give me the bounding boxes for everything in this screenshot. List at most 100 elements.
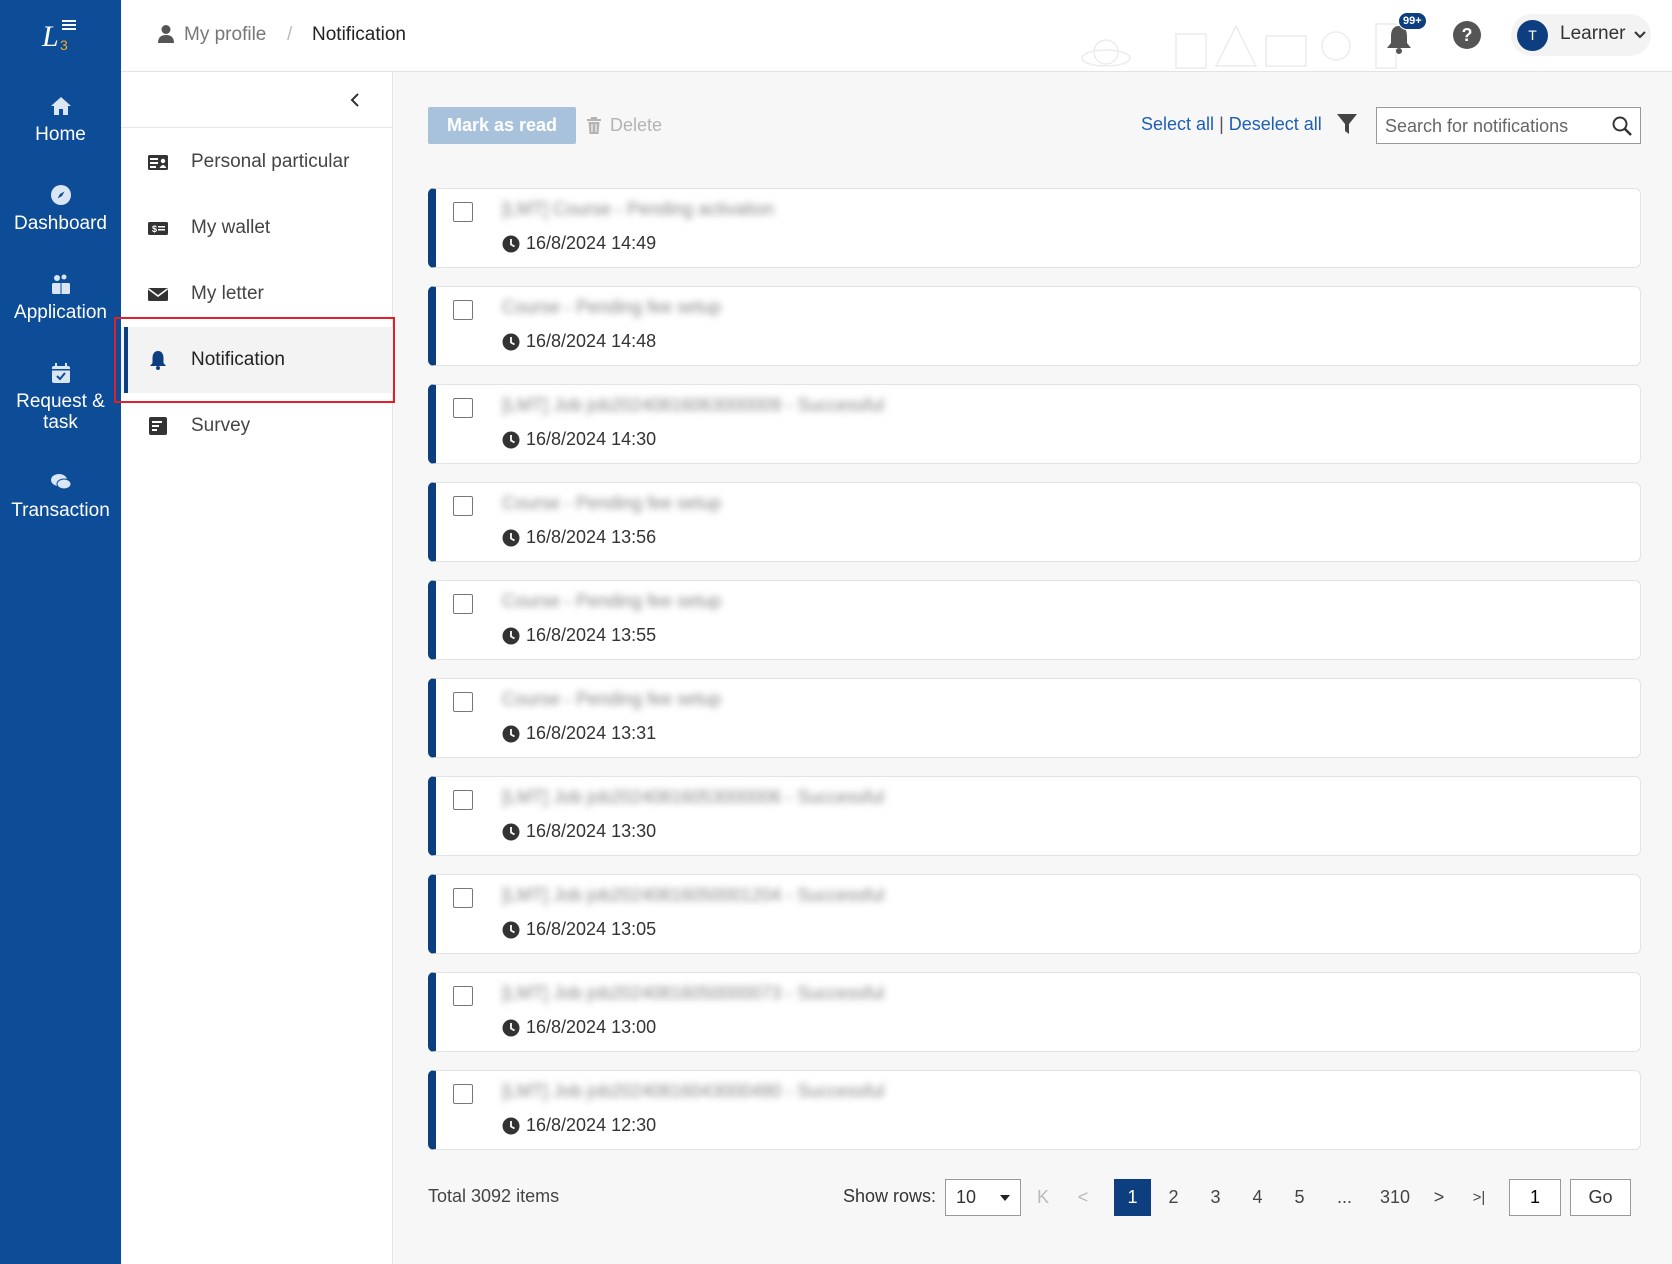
notification-checkbox[interactable] [453, 888, 473, 908]
submenu-item-survey[interactable]: Survey [121, 393, 393, 459]
notification-title: Course - Pending fee setup [502, 297, 722, 317]
search-icon[interactable] [1612, 116, 1632, 136]
notification-time-text: 16/8/2024 13:05 [526, 919, 657, 939]
first-page-button[interactable]: K [1031, 1179, 1055, 1216]
prev-page-button[interactable]: < [1071, 1179, 1095, 1216]
user-menu[interactable]: T Learner [1511, 14, 1651, 56]
deselect-all-link[interactable]: Deselect all [1229, 114, 1322, 134]
bell-icon [150, 351, 166, 370]
notification-card[interactable]: Course - Pending fee setup 16/8/2024 13:3… [428, 678, 1641, 758]
user-icon [158, 25, 174, 43]
notification-card[interactable]: Course - Pending fee setup 16/8/2024 13:5… [428, 482, 1641, 562]
nav-transaction[interactable]: Transaction [0, 470, 121, 521]
notifications-main: Mark as read Delete Select all | Deselec… [393, 72, 1672, 1264]
collapse-chevron-icon[interactable] [349, 92, 361, 108]
clock-icon [502, 921, 520, 938]
compass-icon [50, 185, 71, 205]
notification-checkbox[interactable] [453, 1084, 473, 1104]
nav-dashboard-label: Dashboard [14, 213, 107, 234]
nav-application[interactable]: Application [0, 272, 121, 323]
search-input[interactable] [1385, 114, 1605, 138]
active-indicator [124, 327, 128, 393]
search-box [1376, 107, 1641, 144]
filter-icon[interactable] [1336, 112, 1358, 136]
nav-request-task[interactable]: Request & task [0, 361, 121, 433]
notification-title: [LMT] Job job20240816043000480 - Success… [502, 1081, 885, 1101]
notification-card[interactable]: [LMT] Job job20240816043000480 - Success… [428, 1070, 1641, 1150]
page-5[interactable]: 5 [1281, 1179, 1318, 1216]
collapse-row [121, 72, 393, 128]
notification-checkbox[interactable] [453, 986, 473, 1006]
breadcrumb-my-profile[interactable]: My profile [184, 22, 266, 48]
notification-time-text: 16/8/2024 14:30 [526, 429, 657, 449]
page-last-number[interactable]: 310 [1372, 1179, 1418, 1216]
notification-checkbox[interactable] [453, 300, 473, 320]
notification-checkbox[interactable] [453, 790, 473, 810]
goto-page-input[interactable] [1509, 1179, 1561, 1216]
show-rows-label: Show rows: [843, 1186, 937, 1206]
avatar: T [1517, 20, 1548, 51]
rows-per-page-select[interactable]: 10 [945, 1179, 1021, 1216]
select-all-link[interactable]: Select all [1141, 114, 1214, 134]
envelope-icon [148, 288, 168, 301]
page-1[interactable]: 1 [1114, 1179, 1151, 1216]
notification-time-text: 16/8/2024 13:56 [526, 527, 657, 547]
go-button[interactable]: Go [1570, 1179, 1631, 1216]
notification-time-text: 16/8/2024 14:49 [526, 233, 657, 253]
notification-checkbox[interactable] [453, 692, 473, 712]
page-4[interactable]: 4 [1239, 1179, 1276, 1216]
notification-card[interactable]: Course - Pending fee setup 16/8/2024 13:5… [428, 580, 1641, 660]
notification-card[interactable]: [LMT] Course - Pending activation 16/8/20… [428, 188, 1641, 268]
notification-checkbox[interactable] [453, 398, 473, 418]
breadcrumb-current: Notification [312, 24, 406, 45]
notification-time-text: 16/8/2024 13:30 [526, 821, 657, 841]
next-page-button[interactable]: > [1427, 1179, 1451, 1216]
submenu-item-personal-particular[interactable]: Personal particular [121, 129, 393, 195]
last-page-button[interactable]: >| [1465, 1179, 1493, 1216]
notification-title: [LMT] Job job20240816050001204 - Success… [502, 885, 885, 905]
nav-home[interactable]: Home [0, 94, 121, 145]
notification-time-text: 16/8/2024 13:31 [526, 723, 657, 743]
mark-as-read-button[interactable]: Mark as read [428, 107, 576, 144]
delete-button[interactable]: Delete [586, 107, 662, 144]
clock-icon [502, 725, 520, 742]
nav-task-label: task [43, 412, 78, 433]
user-role: Learner [1560, 23, 1626, 44]
help-icon[interactable]: ? [1452, 20, 1482, 50]
page-2[interactable]: 2 [1155, 1179, 1192, 1216]
notification-checkbox[interactable] [453, 594, 473, 614]
submenu-item-my-wallet[interactable]: $ My wallet [121, 195, 393, 261]
logo: L 3 [41, 20, 76, 53]
nav-application-label: Application [14, 302, 107, 323]
left-nav: L 3 Home Dashboard Application Request &… [0, 0, 121, 1264]
notification-card[interactable]: Course - Pending fee setup 16/8/2024 14:4… [428, 286, 1641, 366]
notification-bell-button[interactable]: 99+ [1385, 12, 1427, 54]
notification-card[interactable]: [LMT] Job job20240816050000073 - Success… [428, 972, 1641, 1052]
notification-card[interactable]: [LMT] Job job20240816063000009 - Success… [428, 384, 1641, 464]
svg-text:?: ? [1462, 25, 1473, 45]
clock-icon [502, 1019, 520, 1036]
clock-icon [502, 529, 520, 546]
submenu-item-notification[interactable]: Notification [121, 327, 393, 393]
notification-title: [LMT] Job job20240816053000006 - Success… [502, 787, 885, 807]
notification-checkbox[interactable] [453, 202, 473, 222]
submenu-label: My wallet [191, 217, 271, 238]
notification-time-text: 16/8/2024 14:48 [526, 331, 657, 351]
notification-time: 16/8/2024 13:56 [502, 527, 656, 548]
notification-title: Course - Pending fee setup [502, 493, 722, 513]
top-bar: My profile / Notification 99+ ? T Learne… [121, 0, 1672, 72]
wallet-icon: $ [148, 222, 168, 235]
notification-card[interactable]: [LMT] Job job20240816050001204 - Success… [428, 874, 1641, 954]
submenu-item-my-letter[interactable]: My letter [121, 261, 393, 327]
notification-time: 16/8/2024 13:55 [502, 625, 656, 646]
svg-text:3: 3 [60, 37, 68, 53]
page-3[interactable]: 3 [1197, 1179, 1234, 1216]
notification-card[interactable]: [LMT] Job job20240816053000006 - Success… [428, 776, 1641, 856]
notification-checkbox[interactable] [453, 496, 473, 516]
profile-submenu: Personal particular $ My wallet My lette… [121, 72, 393, 1264]
submenu-label: Survey [191, 415, 251, 436]
notification-title: [LMT] Job job20240816050000073 - Success… [502, 983, 885, 1003]
nav-dashboard[interactable]: Dashboard [0, 183, 121, 234]
total-items: Total 3092 items [428, 1186, 560, 1206]
submenu-label: My letter [191, 283, 264, 304]
